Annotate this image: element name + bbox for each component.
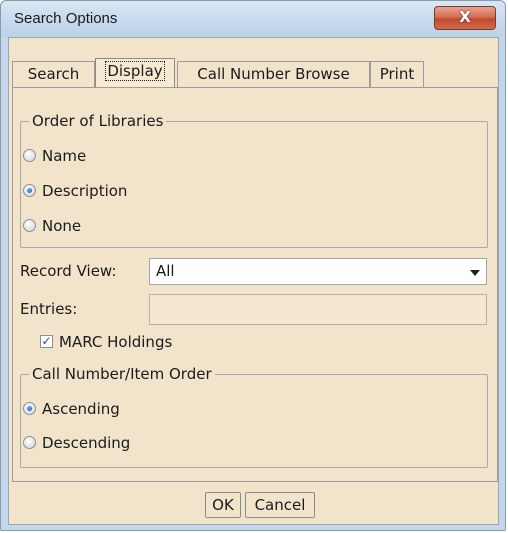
tab-label: Search [27,65,80,83]
tab-search[interactable]: Search [12,61,95,87]
call-number-order-group: Call Number/Item Order [20,365,488,468]
radio-button-none[interactable] [23,219,36,232]
window-title: Search Options [14,10,118,27]
cancel-button[interactable]: Cancel [245,492,315,518]
close-button[interactable]: X [434,6,496,30]
order-of-libraries-legend: Order of Libraries [29,112,167,130]
close-icon: X [459,8,471,26]
radio-button-descending[interactable] [23,436,36,449]
record-view-label: Record View: [20,262,117,280]
radio-button-description[interactable] [23,184,36,197]
tab-display[interactable]: Display [95,58,175,88]
record-view-select[interactable]: All [149,258,487,285]
entries-label: Entries: [20,300,78,318]
radio-label-description: Description [42,182,128,200]
tab-print[interactable]: Print [370,61,424,87]
ok-button[interactable]: OK [205,492,241,518]
tab-label: Display [105,61,165,81]
radio-label-descending: Descending [42,434,131,452]
radio-label-none: None [42,217,82,235]
tab-call-number-browse[interactable]: Call Number Browse [177,61,370,87]
call-number-order-legend: Call Number/Item Order [29,365,215,383]
tab-label: Call Number Browse [197,65,350,83]
marc-holdings-label: MARC Holdings [59,333,173,351]
title-bar[interactable]: Search Options X [1,1,505,37]
entries-field [149,294,487,325]
tab-label: Print [379,65,415,83]
radio-button-name[interactable] [23,149,36,162]
radio-label-name: Name [42,147,87,165]
chevron-down-icon[interactable] [470,270,480,276]
record-view-value: All [156,262,175,280]
checkmark-icon[interactable]: ✓ [40,335,53,348]
radio-label-ascending: Ascending [42,400,120,418]
radio-button-ascending[interactable] [23,402,36,415]
